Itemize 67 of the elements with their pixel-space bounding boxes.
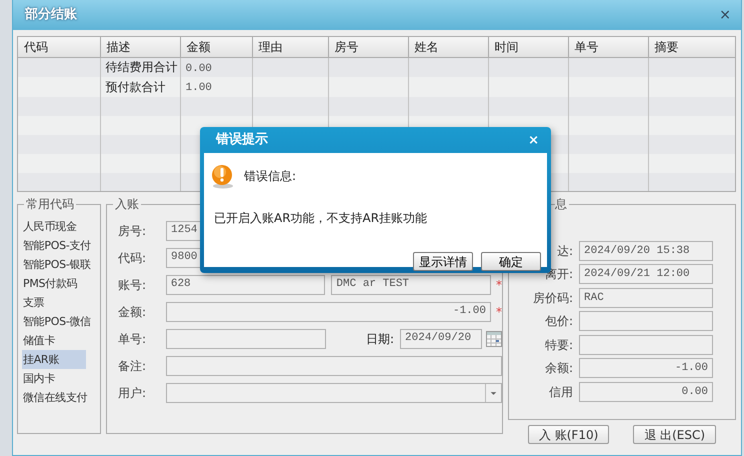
input-field[interactable]: 0.00	[579, 382, 713, 402]
input-field[interactable]: 2024/09/21 12:00	[579, 264, 713, 284]
field-label: 特要:	[544, 336, 574, 354]
warning-icon	[210, 163, 236, 189]
input-field[interactable]: 628	[166, 274, 326, 294]
table-cell: 待结费用合计	[106, 60, 178, 74]
table-cell: 预付款合计	[106, 80, 166, 94]
column-header[interactable]: 理由	[252, 37, 328, 57]
action-button[interactable]: 退 出(ESC)	[633, 425, 716, 444]
group-title: 息	[555, 196, 569, 212]
date-field[interactable]: 2024/09/20	[400, 328, 482, 348]
input-field[interactable]	[166, 356, 502, 376]
code-list-item[interactable]: 智能POS-支付	[22, 236, 92, 255]
input-field[interactable]: DMC ar TEST	[331, 274, 491, 294]
code-list-item[interactable]: 智能POS-微信	[22, 312, 92, 331]
required-mark: *	[496, 276, 502, 294]
required-mark: *	[496, 304, 502, 320]
column-header[interactable]: 描述	[100, 37, 180, 57]
window-title: 部分结账	[25, 6, 77, 24]
code-list-item[interactable]: 智能POS-银联	[22, 255, 92, 274]
code-list-item[interactable]: 国内卡	[22, 369, 86, 388]
dialog-title: 错误提示	[216, 131, 268, 150]
code-list-item[interactable]: 挂AR账	[22, 350, 86, 369]
column-header[interactable]: 时间	[488, 37, 568, 57]
dialog-button[interactable]: 确定	[481, 252, 541, 271]
table-cell: 0.00	[186, 62, 212, 74]
input-field[interactable]	[579, 334, 713, 355]
column-header[interactable]: 摘要	[648, 37, 735, 57]
input-field[interactable]: -1.00	[579, 358, 713, 378]
field-label: 金额:	[118, 304, 148, 320]
column-header[interactable]: 姓名	[408, 37, 488, 57]
user-select[interactable]	[166, 382, 502, 402]
column-header[interactable]: 金额	[180, 37, 252, 57]
group-title: 常用代码	[24, 196, 76, 212]
code-list-item[interactable]: 人民币现金	[22, 217, 86, 236]
column-header[interactable]: 代码	[18, 37, 100, 57]
field-label: 账号:	[118, 276, 148, 294]
input-field[interactable]	[579, 311, 713, 332]
field-label: 单号:	[118, 330, 148, 348]
error-message: 已开启入账AR功能，不支持AR挂账功能	[214, 210, 428, 227]
field-label: 达:	[556, 242, 574, 260]
code-list-item[interactable]: PMS付款码	[22, 274, 86, 293]
field-label: 日期:	[366, 330, 394, 348]
code-list-item[interactable]: 支票	[22, 293, 86, 312]
input-field[interactable]: 2024/09/20 15:38	[579, 240, 713, 261]
close-button[interactable]: ×	[719, 8, 731, 22]
column-header[interactable]: 房号	[328, 37, 408, 57]
code-list-item[interactable]: 储值卡	[22, 331, 86, 350]
dialog-button[interactable]: 显示详情	[413, 252, 473, 271]
input-field[interactable]: -1.00	[166, 302, 491, 322]
input-field[interactable]: RAC	[579, 288, 713, 308]
field-label: 备注:	[118, 358, 148, 374]
table-cell: 1.00	[186, 82, 212, 94]
field-label: 代码:	[118, 250, 148, 266]
error-heading: 错误信息:	[244, 168, 296, 185]
field-label: 用户:	[118, 384, 148, 402]
field-label: 房号:	[118, 222, 148, 240]
group-title: 入账	[113, 196, 141, 212]
field-label: 余额:	[544, 360, 574, 378]
action-button[interactable]: 入 账(F10)	[528, 425, 610, 444]
field-label: 房价码:	[532, 290, 574, 307]
field-label: 包价:	[544, 313, 574, 330]
input-field[interactable]	[166, 328, 326, 348]
calendar-icon[interactable]	[486, 330, 502, 346]
field-label: 信用	[548, 384, 574, 401]
column-header[interactable]: 单号	[568, 37, 648, 57]
code-list-item[interactable]: 微信在线支付	[22, 388, 88, 407]
